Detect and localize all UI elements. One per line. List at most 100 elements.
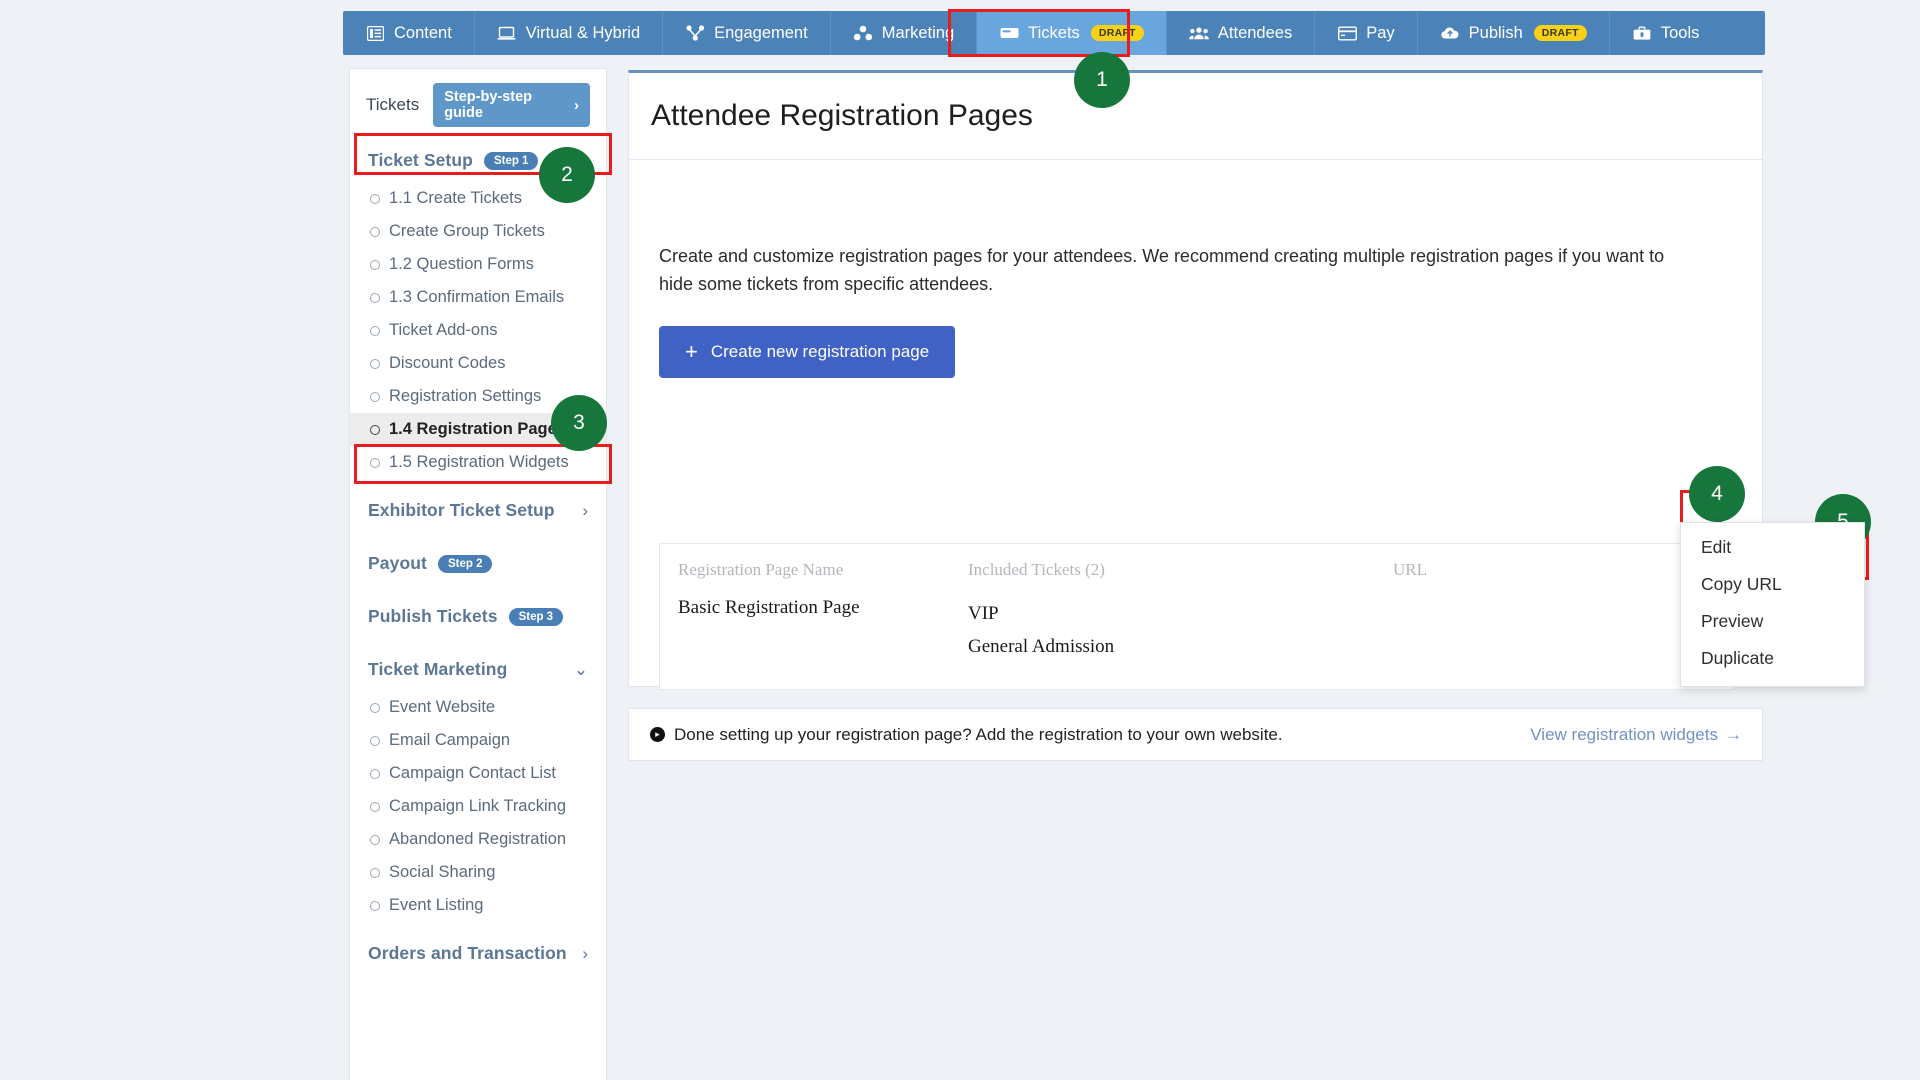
content-icon <box>365 24 385 42</box>
nav-label: Tools <box>1661 24 1700 43</box>
group-label: Publish Tickets <box>368 606 498 627</box>
group-label: Payout <box>368 553 427 574</box>
column-header-url: URL <box>1393 560 1633 580</box>
page-title: Attendee Registration Pages <box>629 73 1762 133</box>
bullet-ring-icon <box>370 260 380 270</box>
step-by-step-guide-button[interactable]: Step-by-step guide › <box>433 83 590 127</box>
step-badge: Step 3 <box>509 608 564 626</box>
bullet-ring-icon <box>370 458 380 468</box>
nav-label: Engagement <box>714 24 808 43</box>
sidebar-group-payout[interactable]: Payout Step 2 <box>350 542 606 585</box>
app-root: Content Virtual & Hybrid Engagement Mark… <box>0 0 1920 1080</box>
sidebar-item-label: Campaign Contact List <box>389 764 556 783</box>
spacer <box>350 479 606 489</box>
marketing-nodes-icon <box>853 24 873 42</box>
sidebar-item-label: 1.2 Question Forms <box>389 255 534 274</box>
row-actions-dropdown-menu: Edit Copy URL Preview Duplicate <box>1680 522 1865 687</box>
sidebar-item-label: Registration Settings <box>389 387 541 406</box>
step-marker-1: 1 <box>1074 52 1130 108</box>
menu-item-copy-url[interactable]: Copy URL <box>1681 566 1864 603</box>
nav-label: Content <box>394 24 452 43</box>
nav-item-virtual-hybrid[interactable]: Virtual & Hybrid <box>475 11 663 55</box>
nav-label: Marketing <box>882 24 954 43</box>
cloud-upload-icon <box>1440 24 1460 42</box>
banner-text: Done setting up your registration page? … <box>674 725 1283 745</box>
nav-label: Virtual & Hybrid <box>526 24 640 43</box>
bullet-ring-icon <box>370 293 380 303</box>
sidebar-item-create-group-tickets[interactable]: Create Group Tickets <box>350 215 606 248</box>
sidebar-item-confirmation-emails[interactable]: 1.3 Confirmation Emails <box>350 281 606 314</box>
bullet-ring-icon <box>370 194 380 204</box>
ticket-icon <box>999 24 1019 42</box>
nav-item-content[interactable]: Content <box>343 11 475 55</box>
banner-link-label: View registration widgets <box>1530 725 1718 745</box>
bullet-ring-icon <box>370 392 380 402</box>
cell-registration-page-name: Basic Registration Page <box>678 597 968 663</box>
sidebar-group-ticket-marketing[interactable]: Ticket Marketing ⌄ <box>350 648 606 691</box>
laptop-icon <box>497 24 517 42</box>
group-label: Orders and Transaction <box>368 943 567 964</box>
banner-message: ▸ Done setting up your registration page… <box>650 725 1283 745</box>
step-badge: Step 2 <box>438 555 493 573</box>
toolbox-icon <box>1632 24 1652 42</box>
sidebar-item-discount-codes[interactable]: Discount Codes <box>350 347 606 380</box>
sidebar-item-social-sharing[interactable]: Social Sharing <box>350 856 606 889</box>
bullet-ring-icon <box>370 769 380 779</box>
spacer <box>350 532 606 542</box>
registration-pages-table: Registration Page Name Included Tickets … <box>659 543 1734 690</box>
nav-item-marketing[interactable]: Marketing <box>831 11 977 55</box>
sidebar-item-label: 1.3 Confirmation Emails <box>389 288 564 307</box>
guide-button-label: Step-by-step guide <box>444 89 568 121</box>
sidebar-item-label: Event Website <box>389 698 495 717</box>
bullet-ring-icon <box>370 326 380 336</box>
sidebar-item-label: Event Listing <box>389 896 483 915</box>
menu-item-duplicate[interactable]: Duplicate <box>1681 640 1864 677</box>
nav-label: Tickets <box>1028 24 1080 43</box>
view-registration-widgets-link[interactable]: View registration widgets → <box>1530 725 1742 745</box>
nav-item-publish[interactable]: Publish DRAFT <box>1418 11 1610 55</box>
sidebar-item-label: Discount Codes <box>389 354 505 373</box>
sidebar-item-label: 1.5 Registration Widgets <box>389 453 569 472</box>
nav-item-engagement[interactable]: Engagement <box>663 11 831 55</box>
sidebar-item-email-campaign[interactable]: Email Campaign <box>350 724 606 757</box>
info-arrow-icon: ▸ <box>650 727 665 742</box>
plus-icon: + <box>685 341 698 363</box>
menu-item-preview[interactable]: Preview <box>1681 603 1864 640</box>
bullet-ring-icon <box>370 425 380 435</box>
table-row: Basic Registration Page VIP General Admi… <box>678 597 1715 663</box>
sidebar-group-publish-tickets[interactable]: Publish Tickets Step 3 <box>350 595 606 638</box>
bullet-ring-icon <box>370 359 380 369</box>
nav-label: Attendees <box>1218 24 1292 43</box>
nav-item-tools[interactable]: Tools <box>1610 11 1722 55</box>
engagement-network-icon <box>685 24 705 42</box>
sidebar-group-exhibitor-ticket-setup[interactable]: Exhibitor Ticket Setup › <box>350 489 606 532</box>
bullet-ring-icon <box>370 802 380 812</box>
cell-included-tickets: VIP General Admission <box>968 597 1393 663</box>
sidebar-item-label: Ticket Add-ons <box>389 321 498 340</box>
sidebar-item-ticket-add-ons[interactable]: Ticket Add-ons <box>350 314 606 347</box>
nav-item-tickets[interactable]: Tickets DRAFT <box>977 11 1167 55</box>
step-badge: Step 1 <box>484 152 539 170</box>
bullet-ring-icon <box>370 736 380 746</box>
column-header-included-tickets: Included Tickets (2) <box>968 560 1393 580</box>
chevron-right-icon: › <box>582 945 588 962</box>
sidebar-group-orders-and-transaction[interactable]: Orders and Transaction › <box>350 932 606 975</box>
sidebar-header: Tickets Step-by-step guide › <box>350 69 606 139</box>
cell-url <box>1393 597 1633 663</box>
create-new-registration-page-button[interactable]: + Create new registration page <box>659 326 955 378</box>
nav-item-attendees[interactable]: Attendees <box>1167 11 1315 55</box>
group-label: Ticket Marketing <box>368 659 507 680</box>
sidebar-item-event-listing[interactable]: Event Listing <box>350 889 606 922</box>
sidebar-item-question-forms[interactable]: 1.2 Question Forms <box>350 248 606 281</box>
spacer <box>350 638 606 648</box>
sidebar-item-campaign-contact-list[interactable]: Campaign Contact List <box>350 757 606 790</box>
sidebar-item-event-website[interactable]: Event Website <box>350 691 606 724</box>
group-label: Exhibitor Ticket Setup <box>368 500 555 521</box>
step-marker-2: 2 <box>539 147 595 203</box>
menu-item-edit[interactable]: Edit <box>1681 529 1864 566</box>
sidebar-item-abandoned-registration[interactable]: Abandoned Registration <box>350 823 606 856</box>
arrow-right-icon: → <box>1725 725 1742 745</box>
nav-item-pay[interactable]: Pay <box>1315 11 1417 55</box>
sidebar-item-registration-widgets[interactable]: 1.5 Registration Widgets <box>350 446 606 479</box>
sidebar-item-campaign-link-tracking[interactable]: Campaign Link Tracking <box>350 790 606 823</box>
